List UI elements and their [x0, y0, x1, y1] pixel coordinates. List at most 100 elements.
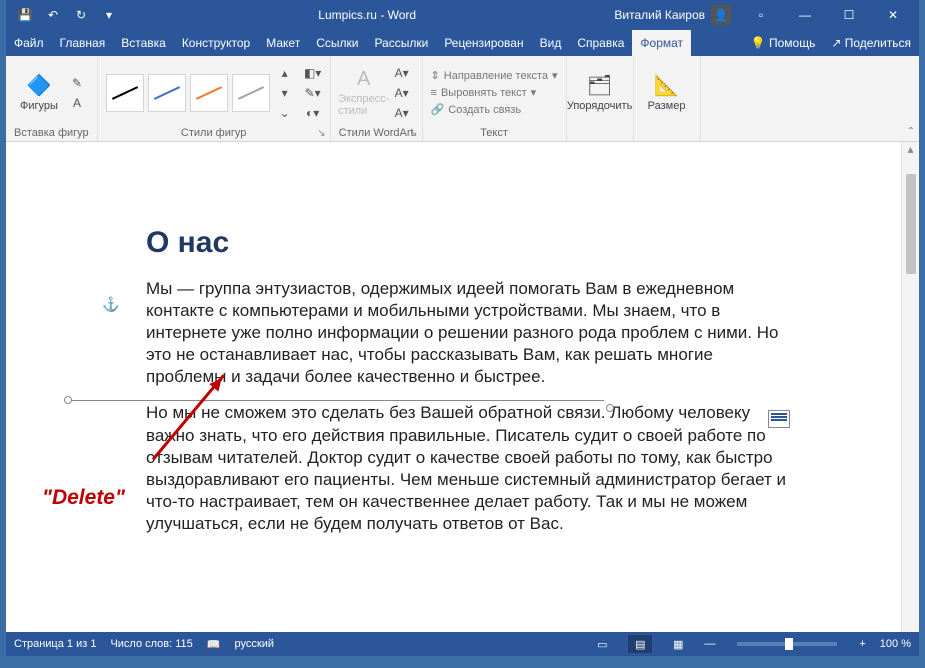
shape-style-3[interactable]: [190, 74, 228, 112]
size-icon: 📐: [654, 73, 679, 98]
view-read-icon[interactable]: ▭: [590, 635, 614, 653]
group-text: ⇕Направление текста ▾ ≡Выровнять текст ▾…: [423, 56, 567, 141]
gallery-up-icon[interactable]: ▴: [276, 64, 294, 82]
scroll-up-icon[interactable]: ▴: [902, 142, 919, 156]
page[interactable]: ⚓ О нас Мы — группа энтузиастов, одержим…: [46, 166, 846, 632]
group-label-shape-styles: Стили фигур: [106, 125, 322, 139]
arrange-icon: 🗂: [587, 73, 612, 98]
status-word-count[interactable]: Число слов: 115: [110, 638, 192, 650]
text-effects-icon: A▾: [393, 104, 411, 122]
group-label-text: Текст: [431, 125, 558, 139]
size-button[interactable]: 📐 Размер: [642, 62, 692, 124]
tab-mailings[interactable]: Рассылки: [366, 30, 436, 56]
selected-line-shape[interactable]: [72, 400, 604, 401]
zoom-slider-thumb[interactable]: [785, 638, 793, 650]
proofing-icon[interactable]: 📖: [207, 638, 221, 651]
heading[interactable]: О нас: [146, 226, 786, 260]
create-link-button: 🔗Создать связь: [431, 103, 558, 116]
tab-format[interactable]: Формат: [632, 30, 691, 56]
align-text-icon: ≡: [431, 87, 437, 99]
paragraph-1[interactable]: Мы — группа энтузиастов, одержимых идеей…: [146, 278, 786, 388]
gallery-more-icon[interactable]: ⌄: [276, 104, 294, 122]
wordart-launcher-icon[interactable]: ↘: [409, 128, 417, 139]
group-size: 📐 Размер: [634, 56, 701, 141]
shape-style-2[interactable]: [148, 74, 186, 112]
paragraph-2[interactable]: Но мы не сможем это сделать без Вашей об…: [146, 402, 786, 535]
status-page[interactable]: Страница 1 из 1: [14, 638, 96, 650]
shape-styles-launcher-icon[interactable]: ↘: [317, 128, 325, 139]
undo-icon[interactable]: ↶: [42, 4, 64, 26]
edit-shape-icon[interactable]: ✎: [68, 74, 86, 92]
share-action[interactable]: ↗ Поделиться: [823, 30, 919, 56]
annotation-delete-label: "Delete": [42, 486, 125, 510]
vertical-scrollbar[interactable]: ▴: [901, 142, 919, 632]
text-box-icon[interactable]: A: [68, 94, 86, 112]
user-avatar-icon: 👤: [711, 5, 731, 25]
resize-handle-left[interactable]: [64, 396, 72, 404]
anchor-icon[interactable]: ⚓: [102, 296, 119, 313]
shapes-icon: 🔷: [27, 73, 52, 98]
group-label-insert-shapes: Вставка фигур: [14, 125, 89, 139]
title-bar: 💾 ↶ ↻ ▾ Lumpics.ru - Word Виталий Каиров…: [6, 0, 919, 30]
view-web-icon[interactable]: ▦: [666, 635, 690, 653]
tab-file[interactable]: Файл: [6, 30, 52, 56]
tab-layout[interactable]: Макет: [258, 30, 308, 56]
shape-fill-icon[interactable]: ◧▾: [304, 64, 322, 82]
zoom-slider[interactable]: [737, 642, 837, 646]
zoom-level[interactable]: 100 %: [880, 638, 911, 650]
align-text-button: ≡Выровнять текст ▾: [431, 86, 558, 99]
ribbon: 🔷 Фигуры ✎ A Вставка фигур ▴ ▾ ⌄: [6, 56, 919, 142]
lightbulb-icon: 💡: [751, 36, 766, 50]
menu-bar: Файл Главная Вставка Конструктор Макет С…: [6, 30, 919, 56]
group-arrange: 🗂 Упорядочить: [567, 56, 634, 141]
share-icon: ↗: [831, 36, 841, 50]
quick-access-toolbar: 💾 ↶ ↻ ▾: [14, 4, 120, 26]
shape-style-1[interactable]: [106, 74, 144, 112]
scroll-thumb[interactable]: [906, 174, 916, 274]
redo-icon[interactable]: ↻: [70, 4, 92, 26]
shape-style-4[interactable]: [232, 74, 270, 112]
group-wordart: A Экспресс-стили A▾ A▾ A▾ Стили WordArt …: [331, 56, 423, 141]
group-insert-shapes: 🔷 Фигуры ✎ A Вставка фигур: [6, 56, 98, 141]
layout-options-icon[interactable]: [768, 410, 790, 428]
ribbon-options-icon[interactable]: ▫: [739, 0, 783, 30]
qat-customize-icon[interactable]: ▾: [98, 4, 120, 26]
minimize-icon[interactable]: —: [783, 0, 827, 30]
tab-view[interactable]: Вид: [532, 30, 570, 56]
wordart-icon: A: [357, 68, 370, 91]
zoom-in-icon[interactable]: +: [859, 638, 865, 650]
shape-outline-icon[interactable]: ✎▾: [304, 84, 322, 102]
document-area: ⚓ О нас Мы — группа энтузиастов, одержим…: [6, 142, 919, 632]
status-language[interactable]: русский: [235, 638, 274, 650]
shapes-button[interactable]: 🔷 Фигуры: [14, 62, 64, 124]
status-bar: Страница 1 из 1 Число слов: 115 📖 русски…: [6, 632, 919, 656]
collapse-ribbon-icon[interactable]: ˆ: [909, 125, 913, 139]
tab-design[interactable]: Конструктор: [174, 30, 258, 56]
user-account[interactable]: Виталий Каиров 👤: [614, 5, 731, 25]
close-icon[interactable]: ✕: [871, 0, 915, 30]
tab-review[interactable]: Рецензирован: [436, 30, 531, 56]
wordart-button: A Экспресс-стили: [339, 62, 389, 124]
tab-help[interactable]: Справка: [569, 30, 632, 56]
tab-references[interactable]: Ссылки: [308, 30, 366, 56]
tab-insert[interactable]: Вставка: [113, 30, 174, 56]
arrange-button[interactable]: 🗂 Упорядочить: [575, 62, 625, 124]
maximize-icon[interactable]: ☐: [827, 0, 871, 30]
view-print-icon[interactable]: ▤: [628, 635, 652, 653]
text-outline-icon: A▾: [393, 84, 411, 102]
user-name-label: Виталий Каиров: [614, 8, 705, 22]
shape-effects-icon[interactable]: ◐▾: [304, 104, 322, 122]
text-fill-icon: A▾: [393, 64, 411, 82]
text-direction-button: ⇕Направление текста ▾: [431, 69, 558, 82]
resize-handle-right[interactable]: [606, 404, 614, 412]
tab-home[interactable]: Главная: [52, 30, 114, 56]
window-title: Lumpics.ru - Word: [120, 8, 614, 22]
group-label-wordart: Стили WordArt: [339, 125, 414, 139]
gallery-down-icon[interactable]: ▾: [276, 84, 294, 102]
text-direction-icon: ⇕: [431, 69, 440, 82]
help-action[interactable]: 💡 Помощь: [743, 30, 824, 56]
zoom-out-icon[interactable]: —: [704, 638, 715, 650]
link-icon: 🔗: [431, 103, 445, 116]
group-shape-styles: ▴ ▾ ⌄ ◧▾ ✎▾ ◐▾ Стили фигур ↘: [98, 56, 331, 141]
autosave-icon[interactable]: 💾: [14, 4, 36, 26]
